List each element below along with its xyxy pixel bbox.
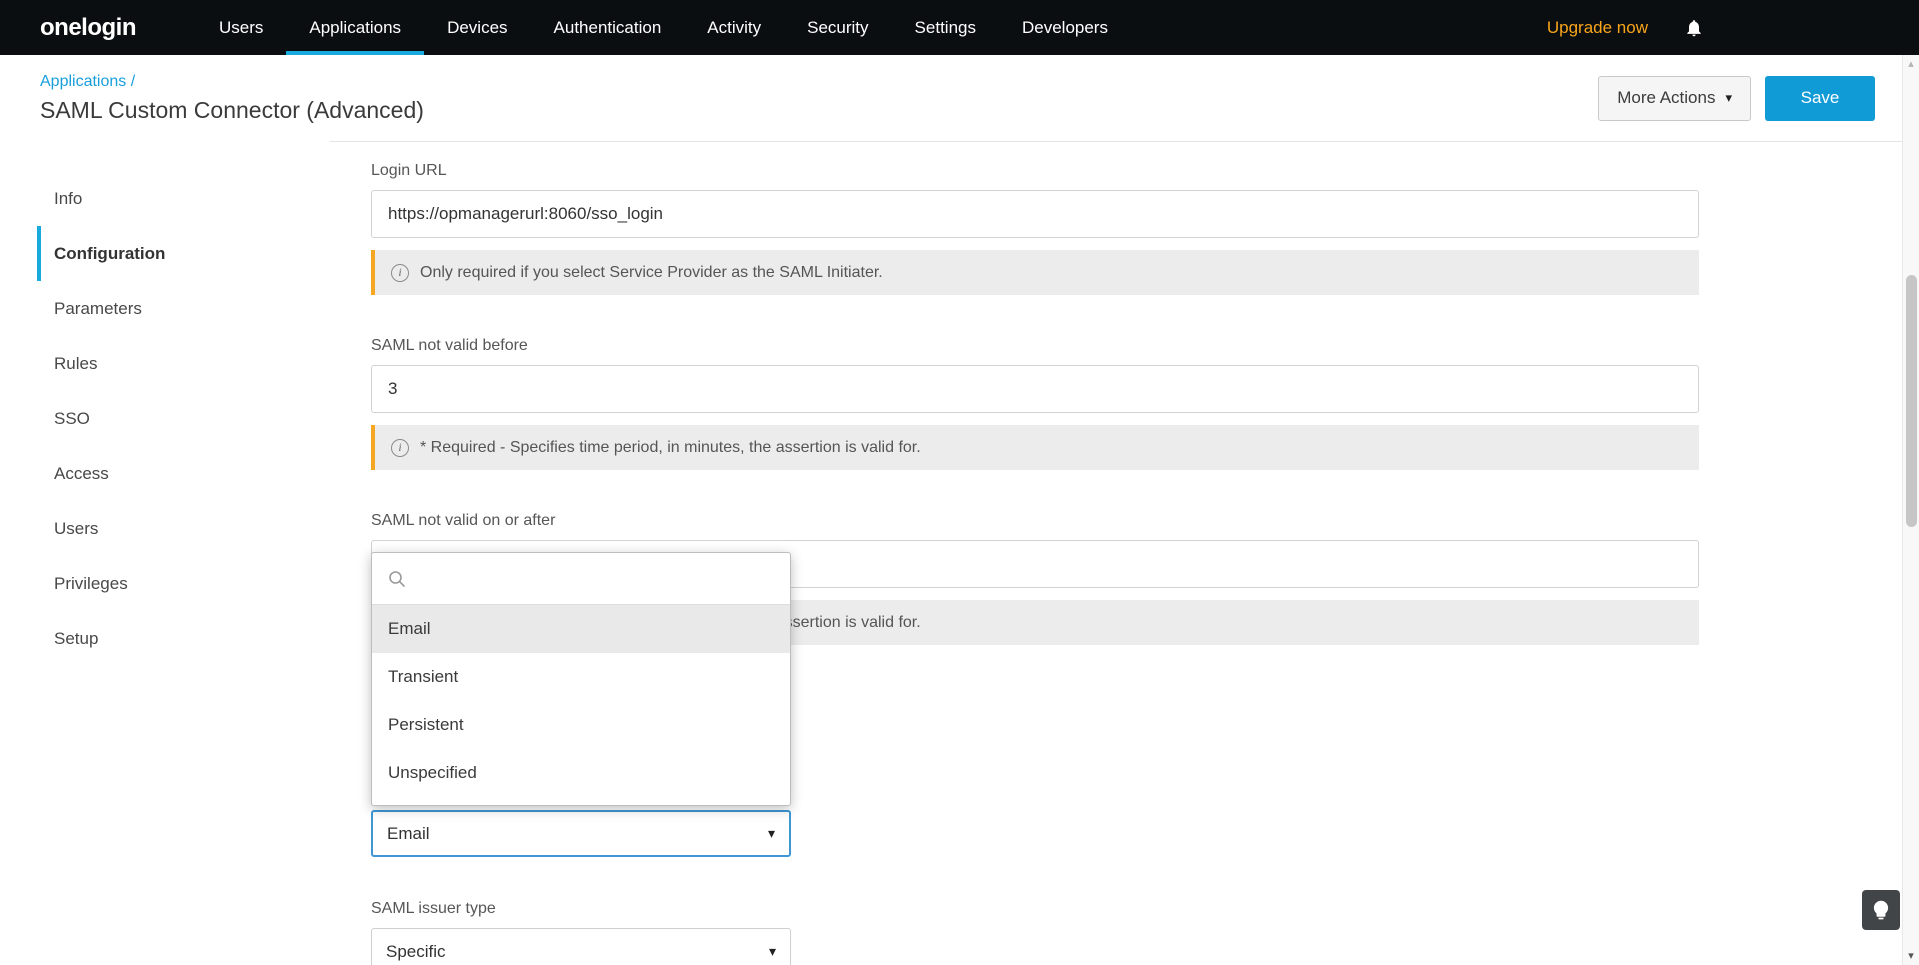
- field-not-valid-before: SAML not valid before i * Required - Spe…: [371, 337, 1699, 470]
- nameid-select[interactable]: Email ▾: [371, 810, 791, 857]
- nameid-dropdown-panel: Email Transient Persistent Unspecified: [371, 552, 791, 806]
- login-url-input[interactable]: [371, 190, 1699, 238]
- lightbulb-icon: [1873, 900, 1889, 921]
- caret-down-icon: ▾: [1725, 90, 1732, 106]
- caret-down-icon: ▾: [768, 825, 775, 842]
- field-nameid: Email ▾: [371, 810, 1699, 857]
- field-label-not-valid-before: SAML not valid before: [371, 337, 1699, 355]
- scrollbar-thumb[interactable]: [1906, 275, 1917, 527]
- sidebar: Info Configuration Parameters Rules SSO …: [0, 141, 330, 965]
- configuration-panel: Login URL i Only required if you select …: [330, 141, 1919, 965]
- save-button[interactable]: Save: [1765, 76, 1875, 121]
- dropdown-option-unspecified[interactable]: Unspecified: [372, 749, 790, 797]
- sidebar-item-setup[interactable]: Setup: [37, 611, 330, 666]
- nav-item-users[interactable]: Users: [196, 0, 286, 55]
- field-issuer-type: SAML issuer type Specific ▾: [371, 900, 1699, 965]
- page-header: Applications / SAML Custom Connector (Ad…: [0, 55, 1919, 141]
- navbar-right: Upgrade now: [1547, 0, 1704, 55]
- more-actions-label: More Actions: [1617, 88, 1715, 108]
- nav-item-activity[interactable]: Activity: [684, 0, 784, 55]
- search-icon: [387, 569, 407, 589]
- not-valid-before-note-text: * Required - Specifies time period, in m…: [420, 439, 921, 457]
- upgrade-now-link[interactable]: Upgrade now: [1547, 18, 1648, 38]
- info-icon: i: [391, 439, 409, 457]
- sidebar-item-privileges[interactable]: Privileges: [37, 556, 330, 611]
- field-login-url: Login URL i Only required if you select …: [371, 162, 1699, 295]
- dropdown-option-email[interactable]: Email: [372, 605, 790, 653]
- sidebar-item-access[interactable]: Access: [37, 446, 330, 501]
- dropdown-option-persistent[interactable]: Persistent: [372, 701, 790, 749]
- nameid-selected-value: Email: [387, 824, 430, 844]
- primary-nav: Users Applications Devices Authenticatio…: [196, 0, 1131, 55]
- sidebar-item-sso[interactable]: SSO: [37, 391, 330, 446]
- main-area: Info Configuration Parameters Rules SSO …: [0, 141, 1919, 965]
- nav-item-authentication[interactable]: Authentication: [531, 0, 685, 55]
- login-url-note: i Only required if you select Service Pr…: [371, 250, 1699, 295]
- help-lightbulb-button[interactable]: [1862, 890, 1900, 930]
- bell-icon: [1684, 18, 1704, 38]
- onelogin-logo[interactable]: onelogin: [0, 0, 196, 55]
- info-icon: i: [391, 264, 409, 282]
- dropdown-search-input[interactable]: [372, 553, 790, 604]
- field-label-not-valid-on-or-after: SAML not valid on or after: [371, 512, 1699, 530]
- nav-item-devices[interactable]: Devices: [424, 0, 530, 55]
- page-title: SAML Custom Connector (Advanced): [40, 97, 424, 124]
- sidebar-item-parameters[interactable]: Parameters: [37, 281, 330, 336]
- breadcrumb[interactable]: Applications /: [40, 73, 424, 91]
- nav-item-applications[interactable]: Applications: [286, 0, 424, 55]
- dropdown-option-transient[interactable]: Transient: [372, 653, 790, 701]
- login-url-note-text: Only required if you select Service Prov…: [420, 264, 883, 282]
- dropdown-options-list: Email Transient Persistent Unspecified: [372, 605, 790, 797]
- sidebar-item-users[interactable]: Users: [37, 501, 330, 556]
- page-header-titles: Applications / SAML Custom Connector (Ad…: [40, 73, 424, 124]
- not-valid-before-note: i * Required - Specifies time period, in…: [371, 425, 1699, 470]
- scroll-up-icon[interactable]: ▴: [1903, 57, 1919, 71]
- dropdown-search-row: [372, 553, 790, 605]
- more-actions-button[interactable]: More Actions ▾: [1598, 76, 1751, 121]
- field-not-valid-on-or-after: SAML not valid on or after i * Required …: [371, 512, 1699, 645]
- nav-item-settings[interactable]: Settings: [892, 0, 999, 55]
- scrollbar[interactable]: ▴ ▾: [1902, 55, 1919, 965]
- scroll-down-icon[interactable]: ▾: [1903, 949, 1919, 963]
- field-label-login-url: Login URL: [371, 162, 1699, 180]
- issuer-type-selected-value: Specific: [386, 942, 446, 962]
- notifications-button[interactable]: [1684, 18, 1704, 38]
- nav-item-developers[interactable]: Developers: [999, 0, 1131, 55]
- sidebar-item-info[interactable]: Info: [37, 171, 330, 226]
- header-actions: More Actions ▾ Save: [1598, 76, 1875, 121]
- nav-item-security[interactable]: Security: [784, 0, 891, 55]
- sidebar-item-configuration[interactable]: Configuration: [37, 226, 330, 281]
- saml-not-valid-before-input[interactable]: [371, 365, 1699, 413]
- top-navbar: onelogin Users Applications Devices Auth…: [0, 0, 1919, 55]
- field-label-issuer-type: SAML issuer type: [371, 900, 1699, 918]
- issuer-type-select[interactable]: Specific ▾: [371, 928, 791, 965]
- caret-down-icon: ▾: [769, 943, 776, 960]
- configuration-form: Login URL i Only required if you select …: [371, 162, 1699, 965]
- sidebar-item-rules[interactable]: Rules: [37, 336, 330, 391]
